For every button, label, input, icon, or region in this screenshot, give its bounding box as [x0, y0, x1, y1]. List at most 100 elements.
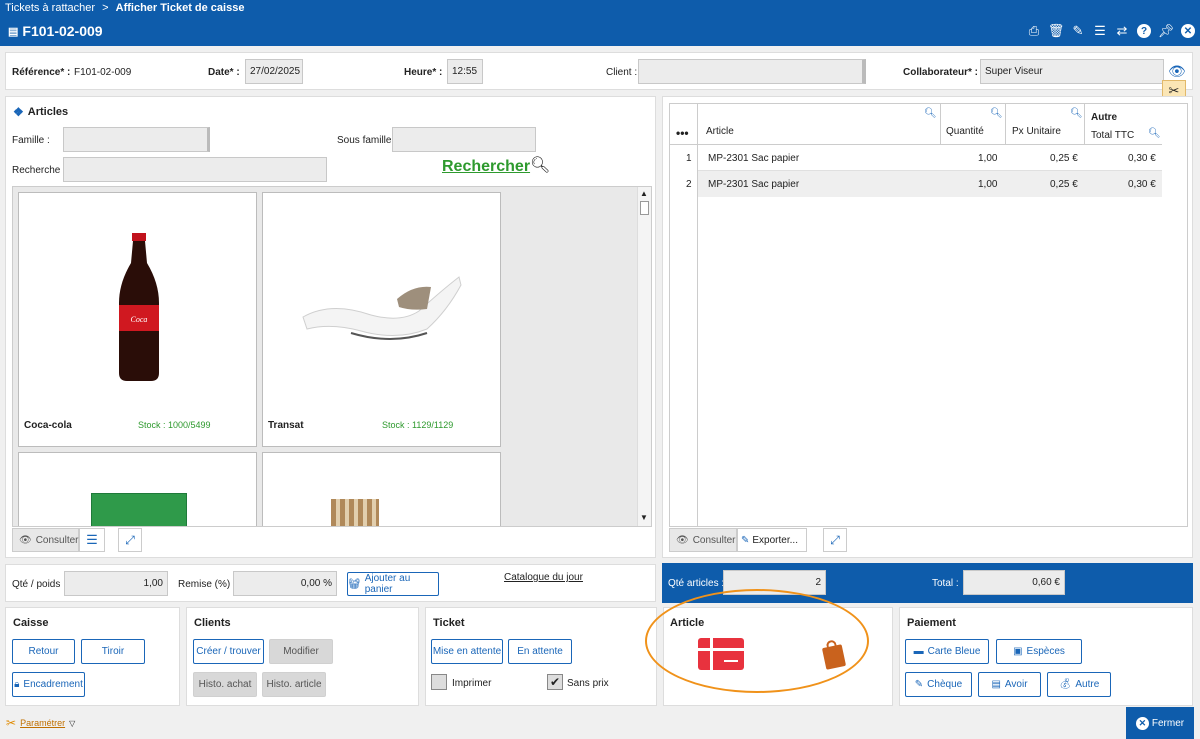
autre-button[interactable]: 💰︎ Autre: [1047, 672, 1111, 697]
articles-panel: ❖ Articles Famille : Sous famille : Rech…: [5, 96, 656, 558]
breadcrumb-parent[interactable]: Tickets à rattacher: [5, 2, 95, 14]
especes-button[interactable]: ▣ Espèces: [996, 639, 1082, 664]
col-pu[interactable]: Px Unitaire: [1012, 126, 1061, 137]
search-qty-icon[interactable]: 🔍︎: [990, 108, 1003, 119]
search-total-icon[interactable]: 🔍︎: [1148, 128, 1161, 139]
col-autre[interactable]: Autre: [1091, 112, 1117, 123]
articles-header: ❖ Articles: [13, 105, 68, 119]
product-card[interactable]: Coca Coca-cola Stock : 1000/5499: [18, 192, 257, 447]
ticket-title: Ticket: [433, 617, 465, 629]
table-consulter-button[interactable]: 👁︎ Consulter: [669, 528, 737, 552]
add-to-cart-button[interactable]: 🧺︎ Ajouter au panier: [347, 572, 439, 596]
date-label: Date* :: [208, 67, 240, 78]
col-qty[interactable]: Quantité: [946, 126, 984, 137]
list-view-icon[interactable]: ☰: [79, 528, 105, 552]
edit-icon[interactable]: ✎: [1070, 22, 1086, 40]
product-card[interactable]: Transat Stock : 1129/1129: [262, 192, 501, 447]
histo-achat-button[interactable]: Histo. achat: [193, 672, 257, 697]
exporter-button[interactable]: ✎ Exporter...: [737, 528, 807, 552]
credit-card-icon: ▬: [913, 646, 924, 657]
remise-label: Remise (%) :: [178, 579, 236, 590]
highlight-circle: [645, 589, 869, 693]
remise-input[interactable]: 0,00 %: [233, 571, 337, 596]
consulter-button[interactable]: 👁︎ Consulter: [12, 528, 79, 552]
menu-icon[interactable]: ☰: [1092, 22, 1108, 40]
quantity-bar: Qté / poids : 1,00 Remise (%) : 0,00 % 🧺…: [5, 564, 656, 602]
avoir-button[interactable]: ▤ Avoir: [978, 672, 1041, 697]
cheque-button[interactable]: ✎ Chèque: [905, 672, 972, 697]
tiroir-button[interactable]: Tiroir: [81, 639, 145, 664]
paiement-title: Paiement: [907, 617, 956, 629]
refresh-icon[interactable]: ⇄: [1114, 22, 1130, 40]
close-icon[interactable]: ✕: [1180, 22, 1196, 40]
search-icon[interactable]: 🔍︎: [530, 155, 550, 175]
col-total[interactable]: Total TTC: [1091, 130, 1134, 141]
register-icon: ▤: [8, 25, 19, 38]
cheque-icon: ✎: [914, 679, 924, 690]
col-article[interactable]: Article: [706, 126, 734, 137]
transat-image: [302, 276, 462, 340]
breadcrumb: Tickets à rattacher > Afficher Ticket de…: [5, 2, 244, 14]
creer-client-button[interactable]: Créer / trouver: [193, 639, 264, 664]
tools-icon: ✂: [6, 716, 17, 730]
fermer-button[interactable]: ✕ Fermer: [1126, 707, 1194, 739]
client-field[interactable]: [638, 59, 866, 84]
water-pack-image: [91, 493, 187, 526]
table-header: [670, 104, 1162, 145]
reference-value: F101-02-009: [74, 67, 132, 78]
chair-image: [331, 499, 379, 526]
money-bag-icon: 💰︎: [1058, 679, 1072, 690]
histo-article-button[interactable]: Histo. article: [262, 672, 326, 697]
imprimer-checkbox[interactable]: [431, 674, 447, 690]
search-article-icon[interactable]: 🔍︎: [924, 108, 937, 119]
ticket-section: Ticket Mise en attente En attente Imprim…: [425, 607, 657, 706]
product-name: Coca-cola: [24, 420, 72, 431]
close-circle-icon: ✕: [1135, 716, 1149, 730]
help-icon[interactable]: ?: [1136, 22, 1152, 40]
encadrement-button[interactable]: 🔒︎ Encadrement: [12, 672, 85, 697]
date-field[interactable]: 27/02/2025: [245, 59, 303, 84]
catalogue-link[interactable]: Catalogue du jour: [504, 572, 583, 583]
collab-field[interactable]: Super Viseur: [980, 59, 1164, 84]
product-card[interactable]: [18, 452, 257, 526]
ticket-table: ••• Article 🔍︎ Quantité 🔍︎ Px Unitaire 🔍…: [669, 103, 1188, 527]
carte-bleue-button[interactable]: ▬ Carte Bleue: [905, 639, 989, 664]
cash-icon: ▣: [1013, 646, 1023, 657]
scroll-up-icon[interactable]: ▲: [640, 189, 648, 198]
row-number: 2: [686, 179, 692, 190]
qte-articles-label: Qté articles :: [668, 578, 725, 589]
scroll-thumb[interactable]: [640, 201, 649, 215]
expand-icon[interactable]: ⤢: [118, 528, 142, 552]
recherche-input[interactable]: [63, 157, 327, 182]
articles-title: Articles: [27, 106, 69, 118]
sousfamille-select[interactable]: [392, 127, 536, 152]
search-pu-icon[interactable]: 🔍︎: [1070, 108, 1083, 119]
export-icon: ✎: [741, 534, 750, 546]
caisse-title: Caisse: [13, 617, 49, 629]
eye-icon[interactable]: 👁︎: [1168, 63, 1186, 80]
heure-field[interactable]: 12:55: [447, 59, 483, 84]
row-index-col: [670, 104, 698, 526]
row-article: MP-2301 Sac papier: [708, 179, 800, 190]
trash-icon[interactable]: 🗑︎: [1048, 22, 1065, 40]
products-scrollbar[interactable]: ▲ ▼: [637, 187, 651, 526]
print-icon[interactable]: ⎙: [1026, 22, 1042, 40]
row-number: 1: [686, 153, 692, 164]
eye-icon: 👁︎: [19, 534, 32, 546]
parametrer-link[interactable]: ✂ Paramétrer ▽: [6, 716, 75, 730]
search-button[interactable]: Rechercher: [442, 158, 530, 176]
qty-input[interactable]: 1,00: [64, 571, 168, 596]
modifier-client-button[interactable]: Modifier: [269, 639, 333, 664]
en-attente-button[interactable]: En attente: [508, 639, 572, 664]
sans-prix-checkbox[interactable]: ✔: [547, 674, 563, 690]
mise-en-attente-button[interactable]: Mise en attente: [431, 639, 503, 664]
famille-select[interactable]: [63, 127, 210, 152]
caisse-section: Caisse Retour Tiroir 🔒︎ Encadrement: [5, 607, 180, 706]
total-label: Total :: [932, 578, 959, 589]
receipt-icon: ▤: [991, 679, 1001, 690]
pin-icon[interactable]: 📌︎: [1158, 22, 1175, 40]
product-card[interactable]: [262, 452, 501, 526]
scroll-down-icon[interactable]: ▼: [640, 513, 648, 522]
expand-icon[interactable]: ⤢: [823, 528, 847, 552]
retour-button[interactable]: Retour: [12, 639, 75, 664]
